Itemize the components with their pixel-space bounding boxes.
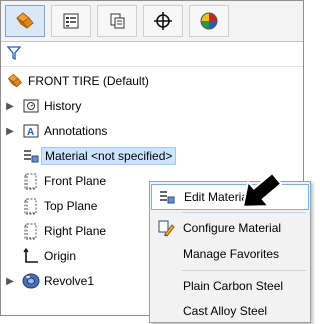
tab-feature-manager[interactable] bbox=[5, 5, 45, 37]
tree-item-label: Origin bbox=[44, 249, 77, 263]
tab-property-manager[interactable] bbox=[51, 5, 91, 37]
tree-item-label: Right Plane bbox=[44, 224, 107, 238]
tree-root-label: FRONT TIRE (Default) bbox=[28, 74, 149, 88]
tree-item-label: Top Plane bbox=[44, 199, 98, 213]
tab-display-manager[interactable] bbox=[189, 5, 229, 37]
tree-item-label: Revolve1 bbox=[44, 274, 95, 288]
material-icon bbox=[21, 146, 41, 166]
plane-icon bbox=[21, 221, 41, 241]
menu-divider bbox=[182, 270, 306, 271]
configure-material-icon bbox=[151, 219, 181, 237]
mouse-cursor-icon bbox=[241, 171, 282, 208]
tree-item-annotations[interactable]: ▶ A Annotations bbox=[1, 119, 303, 143]
tree-item-history[interactable]: ▶ History bbox=[1, 94, 303, 118]
configuration-manager-icon bbox=[110, 13, 125, 29]
annotations-icon: A bbox=[21, 121, 41, 141]
plane-icon bbox=[21, 171, 41, 191]
expand-arrow-icon[interactable]: ▶ bbox=[5, 126, 15, 137]
menu-item-configure-material[interactable]: Configure Material bbox=[151, 215, 309, 241]
edit-material-icon bbox=[152, 188, 182, 206]
menu-item-label: Plain Carbon Steel bbox=[183, 279, 284, 293]
tree-item-label: History bbox=[44, 99, 82, 113]
tree-root[interactable]: FRONT TIRE (Default) bbox=[1, 69, 303, 93]
funnel-icon[interactable] bbox=[7, 45, 21, 61]
tab-configuration-manager[interactable] bbox=[97, 5, 137, 37]
tree-item-label: Annotations bbox=[44, 124, 108, 138]
tree-item-label: Front Plane bbox=[44, 174, 107, 188]
menu-item-label: Configure Material bbox=[183, 221, 282, 235]
menu-item-manage-favorites[interactable]: Manage Favorites bbox=[151, 241, 309, 267]
tab-dimxpert-manager[interactable] bbox=[143, 5, 183, 37]
part-icon bbox=[5, 71, 25, 91]
crosshair-icon bbox=[154, 12, 172, 30]
menu-item-cast-alloy-steel[interactable]: Cast Alloy Steel bbox=[151, 298, 309, 324]
context-menu: Edit Material Configure Material Manage … bbox=[149, 181, 311, 323]
panel-tab-bar bbox=[1, 1, 303, 42]
tree-item-label: Material <not specified> bbox=[41, 147, 177, 165]
feature-manager-icon bbox=[16, 12, 34, 29]
revolve-icon bbox=[21, 271, 41, 291]
history-icon bbox=[21, 96, 41, 116]
property-manager-icon bbox=[63, 13, 79, 29]
origin-icon bbox=[21, 246, 41, 266]
filter-bar bbox=[1, 42, 303, 67]
plane-icon bbox=[21, 196, 41, 216]
expand-arrow-icon[interactable]: ▶ bbox=[5, 276, 15, 287]
menu-item-edit-material[interactable]: Edit Material bbox=[151, 184, 309, 210]
svg-text:A: A bbox=[27, 127, 34, 138]
tree-item-material[interactable]: Material <not specified> bbox=[1, 144, 303, 168]
appearance-sphere-icon bbox=[200, 12, 218, 30]
expand-arrow-icon[interactable]: ▶ bbox=[5, 101, 15, 112]
menu-item-label: Manage Favorites bbox=[183, 247, 280, 261]
menu-item-plain-carbon-steel[interactable]: Plain Carbon Steel bbox=[151, 273, 309, 299]
